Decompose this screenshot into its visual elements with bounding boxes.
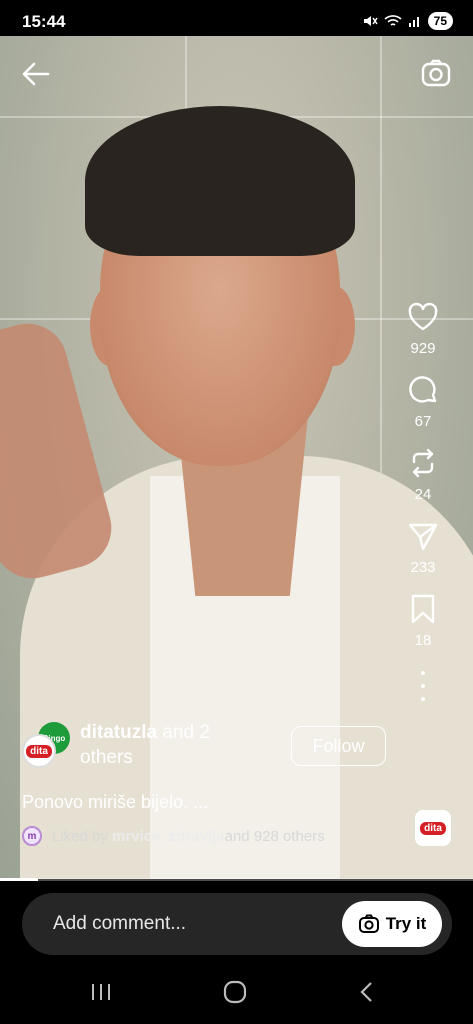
camera-button[interactable] <box>419 56 453 90</box>
comment-input[interactable]: Add comment... Try it <box>22 893 452 955</box>
wifi-icon <box>384 15 402 26</box>
more-options-button[interactable] <box>413 671 433 701</box>
comment-button[interactable]: 67 <box>406 373 440 430</box>
back-button[interactable] <box>18 56 54 92</box>
save-button[interactable]: 18 <box>406 592 440 649</box>
repost-button[interactable]: 24 <box>406 446 440 503</box>
more-dot-icon <box>421 697 425 701</box>
liked-user[interactable]: mrvice_zdravlja <box>112 828 225 845</box>
camera-icon <box>421 59 451 87</box>
bookmark-icon <box>411 594 435 624</box>
author-row: Bingo dita ditatuzla and 2 others Follow <box>22 720 392 770</box>
comment-area: Add comment... Try it <box>0 881 473 961</box>
liked-by-row[interactable]: m Liked by mrvice_zdravlja and 928 other… <box>22 826 325 846</box>
avatar-dita[interactable]: dita <box>22 734 56 768</box>
dita-logo: dita <box>420 821 446 835</box>
liked-suffix: and 928 others <box>224 827 325 845</box>
comment-count: 67 <box>414 413 432 430</box>
follow-button[interactable]: Follow <box>291 726 386 766</box>
try-it-label: Try it <box>385 914 427 933</box>
audio-thumbnail[interactable]: dita <box>415 810 451 846</box>
comment-icon <box>409 376 437 403</box>
system-back-button[interactable] <box>352 979 382 1005</box>
like-count: 929 <box>410 340 436 357</box>
battery-indicator: 75 <box>427 12 453 30</box>
signal-icon <box>408 17 419 27</box>
share-count: 233 <box>410 559 436 576</box>
status-time: 15:44 <box>22 12 66 31</box>
send-icon <box>408 523 438 551</box>
home-icon <box>223 980 247 1004</box>
share-button[interactable]: 233 <box>406 519 440 576</box>
home-button[interactable] <box>220 979 250 1005</box>
repost-count: 24 <box>414 486 432 503</box>
arrow-left-icon <box>22 62 50 86</box>
author-names[interactable]: ditatuzla and 2 others <box>80 720 250 770</box>
author-others[interactable]: others <box>80 747 133 768</box>
camera-icon <box>358 914 379 933</box>
repost-icon <box>412 448 434 478</box>
recent-apps-button[interactable] <box>86 979 116 1005</box>
heart-icon <box>408 302 438 331</box>
recents-icon <box>92 984 110 1000</box>
post-caption[interactable]: Ponovo miriše bijelo. ... <box>22 792 208 813</box>
more-dot-icon <box>421 684 425 688</box>
liker-avatar-icon: m <box>22 826 42 846</box>
author-suffix: and 2 <box>157 722 210 743</box>
dita-logo: dita <box>26 744 52 758</box>
status-icons: 75 <box>362 12 453 30</box>
more-dot-icon <box>421 671 425 675</box>
video-subject-hair <box>85 106 355 256</box>
like-button[interactable]: 929 <box>406 300 440 357</box>
try-it-button[interactable]: Try it <box>342 901 442 947</box>
liked-prefix: Liked by <box>52 827 108 845</box>
action-rail: 929 67 24 233 18 <box>391 300 455 701</box>
comment-placeholder: Add comment... <box>53 913 187 934</box>
system-nav-bar <box>0 961 473 1024</box>
author-username[interactable]: ditatuzla <box>80 722 157 743</box>
save-count: 18 <box>414 632 432 649</box>
chevron-left-icon <box>360 982 372 1002</box>
author-avatars[interactable]: Bingo dita <box>22 720 72 770</box>
mute-icon <box>363 16 378 26</box>
